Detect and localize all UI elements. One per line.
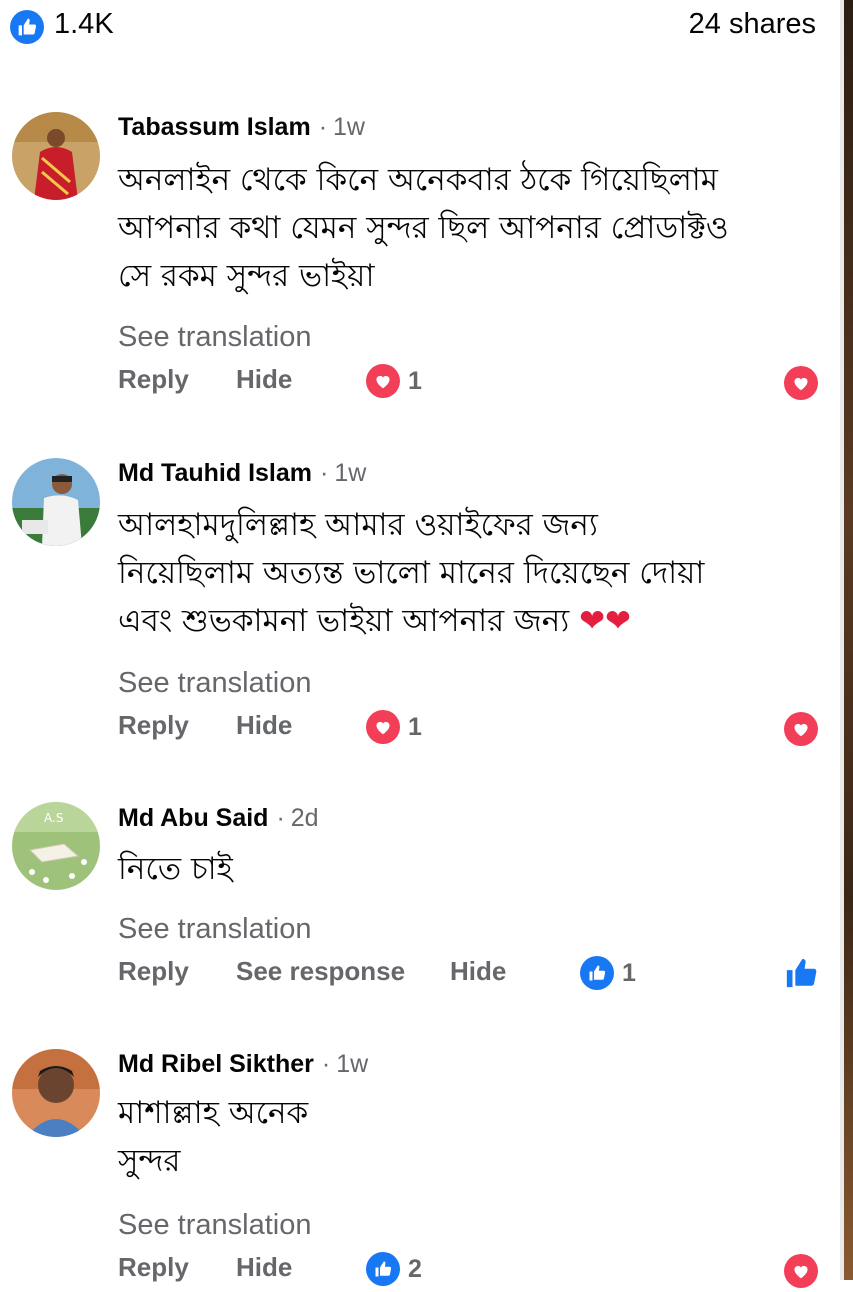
- hide-button[interactable]: Hide: [236, 710, 292, 741]
- love-icon[interactable]: [784, 712, 818, 746]
- post-stats-bar: 1.4K 24 shares: [0, 0, 840, 60]
- hide-button[interactable]: Hide: [450, 956, 506, 987]
- avatar[interactable]: A.S: [12, 802, 100, 890]
- see-response-button[interactable]: See response: [236, 956, 405, 987]
- reaction-summary[interactable]: 1: [366, 364, 422, 398]
- reaction-summary[interactable]: 1: [366, 710, 422, 744]
- timestamp[interactable]: 1w: [336, 1050, 368, 1078]
- comment-actions: Reply See response Hide 1: [118, 956, 818, 996]
- love-icon[interactable]: [784, 1254, 818, 1288]
- comment-line: এবং শুভকামনা ভাইয়া আপনার জন্য ❤❤: [118, 597, 818, 645]
- like-icon: [366, 1252, 400, 1286]
- separator-dot: ·: [320, 459, 329, 487]
- comment-line: সুন্দর: [118, 1143, 181, 1179]
- background-edge: [840, 0, 853, 1280]
- see-translation-link[interactable]: See translation: [118, 913, 311, 946]
- reaction-count: 1: [408, 712, 422, 741]
- like-icon[interactable]: [10, 10, 44, 44]
- thumbs-up-icon[interactable]: [784, 956, 818, 990]
- reply-button[interactable]: Reply: [118, 710, 189, 741]
- timestamp[interactable]: 1w: [333, 113, 365, 141]
- comment-line: আপনার কথা যেমন সুন্দর ছিল আপনার প্রোডাক্…: [118, 210, 729, 246]
- timestamp[interactable]: 1w: [334, 459, 366, 487]
- shares-count[interactable]: 24 shares: [689, 8, 816, 41]
- comment-text: নিতে চাই: [118, 845, 818, 893]
- comment-actions: Reply Hide 1: [118, 710, 818, 750]
- comment-line: নিতে চাই: [118, 851, 233, 887]
- see-translation-link[interactable]: See translation: [118, 667, 311, 700]
- reaction-summary[interactable]: 2: [366, 1252, 422, 1286]
- comment-line: অনলাইন থেকে কিনে অনেকবার ঠকে গিয়েছিলাম: [118, 162, 719, 198]
- comment-header: Tabassum Islam · 1w: [118, 113, 365, 142]
- hide-button[interactable]: Hide: [236, 364, 292, 395]
- comment-actions: Reply Hide 2: [118, 1252, 818, 1292]
- hide-button[interactable]: Hide: [236, 1252, 292, 1283]
- love-icon: [366, 364, 400, 398]
- author-name[interactable]: Md Abu Said: [118, 804, 268, 832]
- comment-line: আলহামদুলিল্লাহ আমার ওয়াইফের জন্য: [118, 507, 598, 543]
- reply-button[interactable]: Reply: [118, 1252, 189, 1283]
- reaction-count: 2: [408, 1254, 422, 1283]
- author-name[interactable]: Md Tauhid Islam: [118, 459, 312, 487]
- avatar[interactable]: [12, 1049, 100, 1137]
- reply-button[interactable]: Reply: [118, 956, 189, 987]
- comment-line: নিয়েছিলাম অত্যন্ত ভালো মানের দিয়েছেন দ…: [118, 555, 705, 591]
- timestamp[interactable]: 2d: [291, 804, 319, 832]
- separator-dot: ·: [276, 804, 285, 832]
- reaction-summary[interactable]: 1: [580, 956, 636, 990]
- comment-line: সে রকম সুন্দর ভাইয়া: [118, 258, 375, 294]
- comment-actions: Reply Hide 1: [118, 364, 818, 404]
- avatar-label: A.S: [44, 811, 63, 825]
- author-name[interactable]: Md Ribel Sikther: [118, 1050, 314, 1078]
- see-translation-link[interactable]: See translation: [118, 1209, 311, 1242]
- comment-text: আলহামদুলিল্লাহ আমার ওয়াইফের জন্য নিয়েছ…: [118, 501, 818, 645]
- reaction-count: 1: [408, 366, 422, 395]
- like-icon: [580, 956, 614, 990]
- love-icon[interactable]: [784, 366, 818, 400]
- comment-text: মাশাল্লাহ অনেক সুন্দর: [118, 1089, 818, 1185]
- separator-dot: ·: [318, 113, 328, 141]
- comment-header: Md Abu Said · 2d: [118, 804, 319, 833]
- comment-line-text: এবং শুভকামনা ভাইয়া আপনার জন্য: [118, 603, 570, 639]
- avatar[interactable]: [12, 458, 100, 546]
- comment-header: Md Ribel Sikther · 1w: [118, 1050, 368, 1079]
- comment-line: মাশাল্লাহ অনেক: [118, 1095, 309, 1131]
- comment-header: Md Tauhid Islam · 1w: [118, 459, 366, 488]
- love-icon: [366, 710, 400, 744]
- separator-dot: ·: [321, 1050, 331, 1078]
- reaction-count: 1: [622, 958, 636, 987]
- heart-emoji: ❤❤: [579, 603, 632, 639]
- see-translation-link[interactable]: See translation: [118, 321, 311, 354]
- avatar[interactable]: [12, 112, 100, 200]
- author-name[interactable]: Tabassum Islam: [118, 113, 311, 141]
- reaction-count[interactable]: 1.4K: [54, 8, 114, 41]
- comment-text: অনলাইন থেকে কিনে অনেকবার ঠকে গিয়েছিলাম …: [118, 156, 818, 300]
- reply-button[interactable]: Reply: [118, 364, 189, 395]
